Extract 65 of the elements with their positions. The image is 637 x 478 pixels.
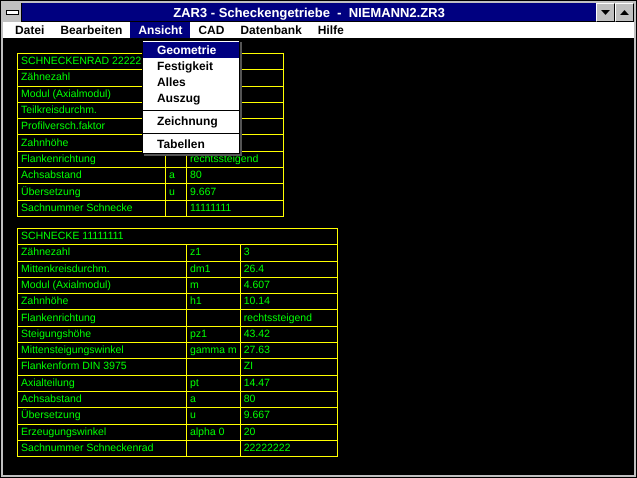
table-cell: pz1: [186, 326, 240, 343]
table-cell: 9.667: [186, 184, 284, 200]
table-cell: Übersetzung: [18, 408, 186, 424]
table-cell: Steigungshöhe: [18, 326, 186, 343]
menu-item[interactable]: Alles: [143, 74, 239, 90]
table-cell: Mittensteigungswinkel: [18, 342, 186, 359]
table-cell: Axialteilung: [18, 375, 186, 392]
table-cell: pt: [186, 375, 240, 392]
table-cell: a: [186, 391, 240, 408]
table-cell: u: [186, 408, 240, 424]
table-cell: 80: [240, 391, 338, 408]
up-triangle-icon: [620, 10, 629, 15]
table-cell: h1: [186, 294, 240, 310]
table-cell: dm1: [186, 261, 240, 278]
menu-item[interactable]: Festigkeit: [143, 58, 239, 74]
table-cell: Sachnummer Schnecke: [18, 200, 166, 216]
table-cell: a: [166, 168, 186, 184]
table-cell: 22222222: [240, 440, 338, 457]
menu-item[interactable]: Tabellen: [143, 133, 239, 152]
table-cell: Zähnezahl: [18, 244, 186, 262]
table-cell: 43.42: [240, 326, 338, 343]
system-menu-icon: [6, 10, 18, 15]
table-cell: 20: [240, 424, 338, 440]
table-cell: 14.47: [240, 375, 338, 392]
minimize-button[interactable]: [596, 3, 615, 22]
table-cell: Achsabstand: [18, 391, 186, 408]
table-cell: ZI: [240, 358, 338, 376]
table-cell: 10.14: [240, 294, 338, 310]
menu-item[interactable]: Bearbeiten: [52, 22, 130, 38]
menu-item[interactable]: Datei: [7, 22, 52, 38]
table-title: SCHNECKE 11111111: [18, 228, 338, 245]
table-cell: Flankenrichtung: [18, 310, 186, 326]
table-cell: rechtssteigend: [240, 310, 338, 326]
menu-item[interactable]: Geometrie: [143, 42, 239, 58]
menu-item[interactable]: Zeichnung: [143, 110, 239, 129]
table-cell: Mittenkreisdurchm.: [18, 261, 186, 278]
table-cell: Sachnummer Schneckenrad: [18, 440, 186, 457]
maximize-button[interactable]: [615, 3, 634, 22]
table-cell: z1: [186, 244, 240, 262]
table-cell: Achsabstand: [18, 168, 166, 184]
table-cell: gamma m: [186, 342, 240, 359]
table-cell: Übersetzung: [18, 184, 166, 200]
table-cell: rechtssteigend: [186, 151, 284, 168]
table-cell: m: [186, 277, 240, 294]
table-cell: Modul (Axialmodul): [18, 277, 186, 294]
window-title: ZAR3 - Scheckengetriebe - NIEMANN2.ZR3: [172, 4, 446, 21]
table-cell: 3: [240, 244, 338, 262]
table-cell: 27.63: [240, 342, 338, 359]
table-cell: 9.667: [240, 408, 338, 424]
system-menu-button[interactable]: [3, 3, 22, 22]
table-cell: Flankenrichtung: [18, 151, 166, 168]
menu-item[interactable]: Ansicht: [130, 22, 190, 38]
menu-item[interactable]: CAD: [190, 22, 232, 38]
table-cell: 4.607: [240, 277, 338, 294]
menu-item[interactable]: Hilfe: [310, 22, 352, 38]
table-cell: u: [166, 184, 186, 200]
table-cell: Flankenform DIN 3975: [18, 358, 186, 376]
table-cell: Erzeugungswinkel: [18, 424, 186, 440]
table-cell: 11111111: [186, 200, 284, 216]
down-triangle-icon: [601, 10, 610, 15]
table-cell: Zahnhöhe: [18, 294, 186, 310]
menu-item[interactable]: Datenbank: [232, 22, 310, 38]
table-cell: alpha 0: [186, 424, 240, 440]
table-cell: 80: [186, 168, 284, 184]
table-cell: 26.4: [240, 261, 338, 278]
